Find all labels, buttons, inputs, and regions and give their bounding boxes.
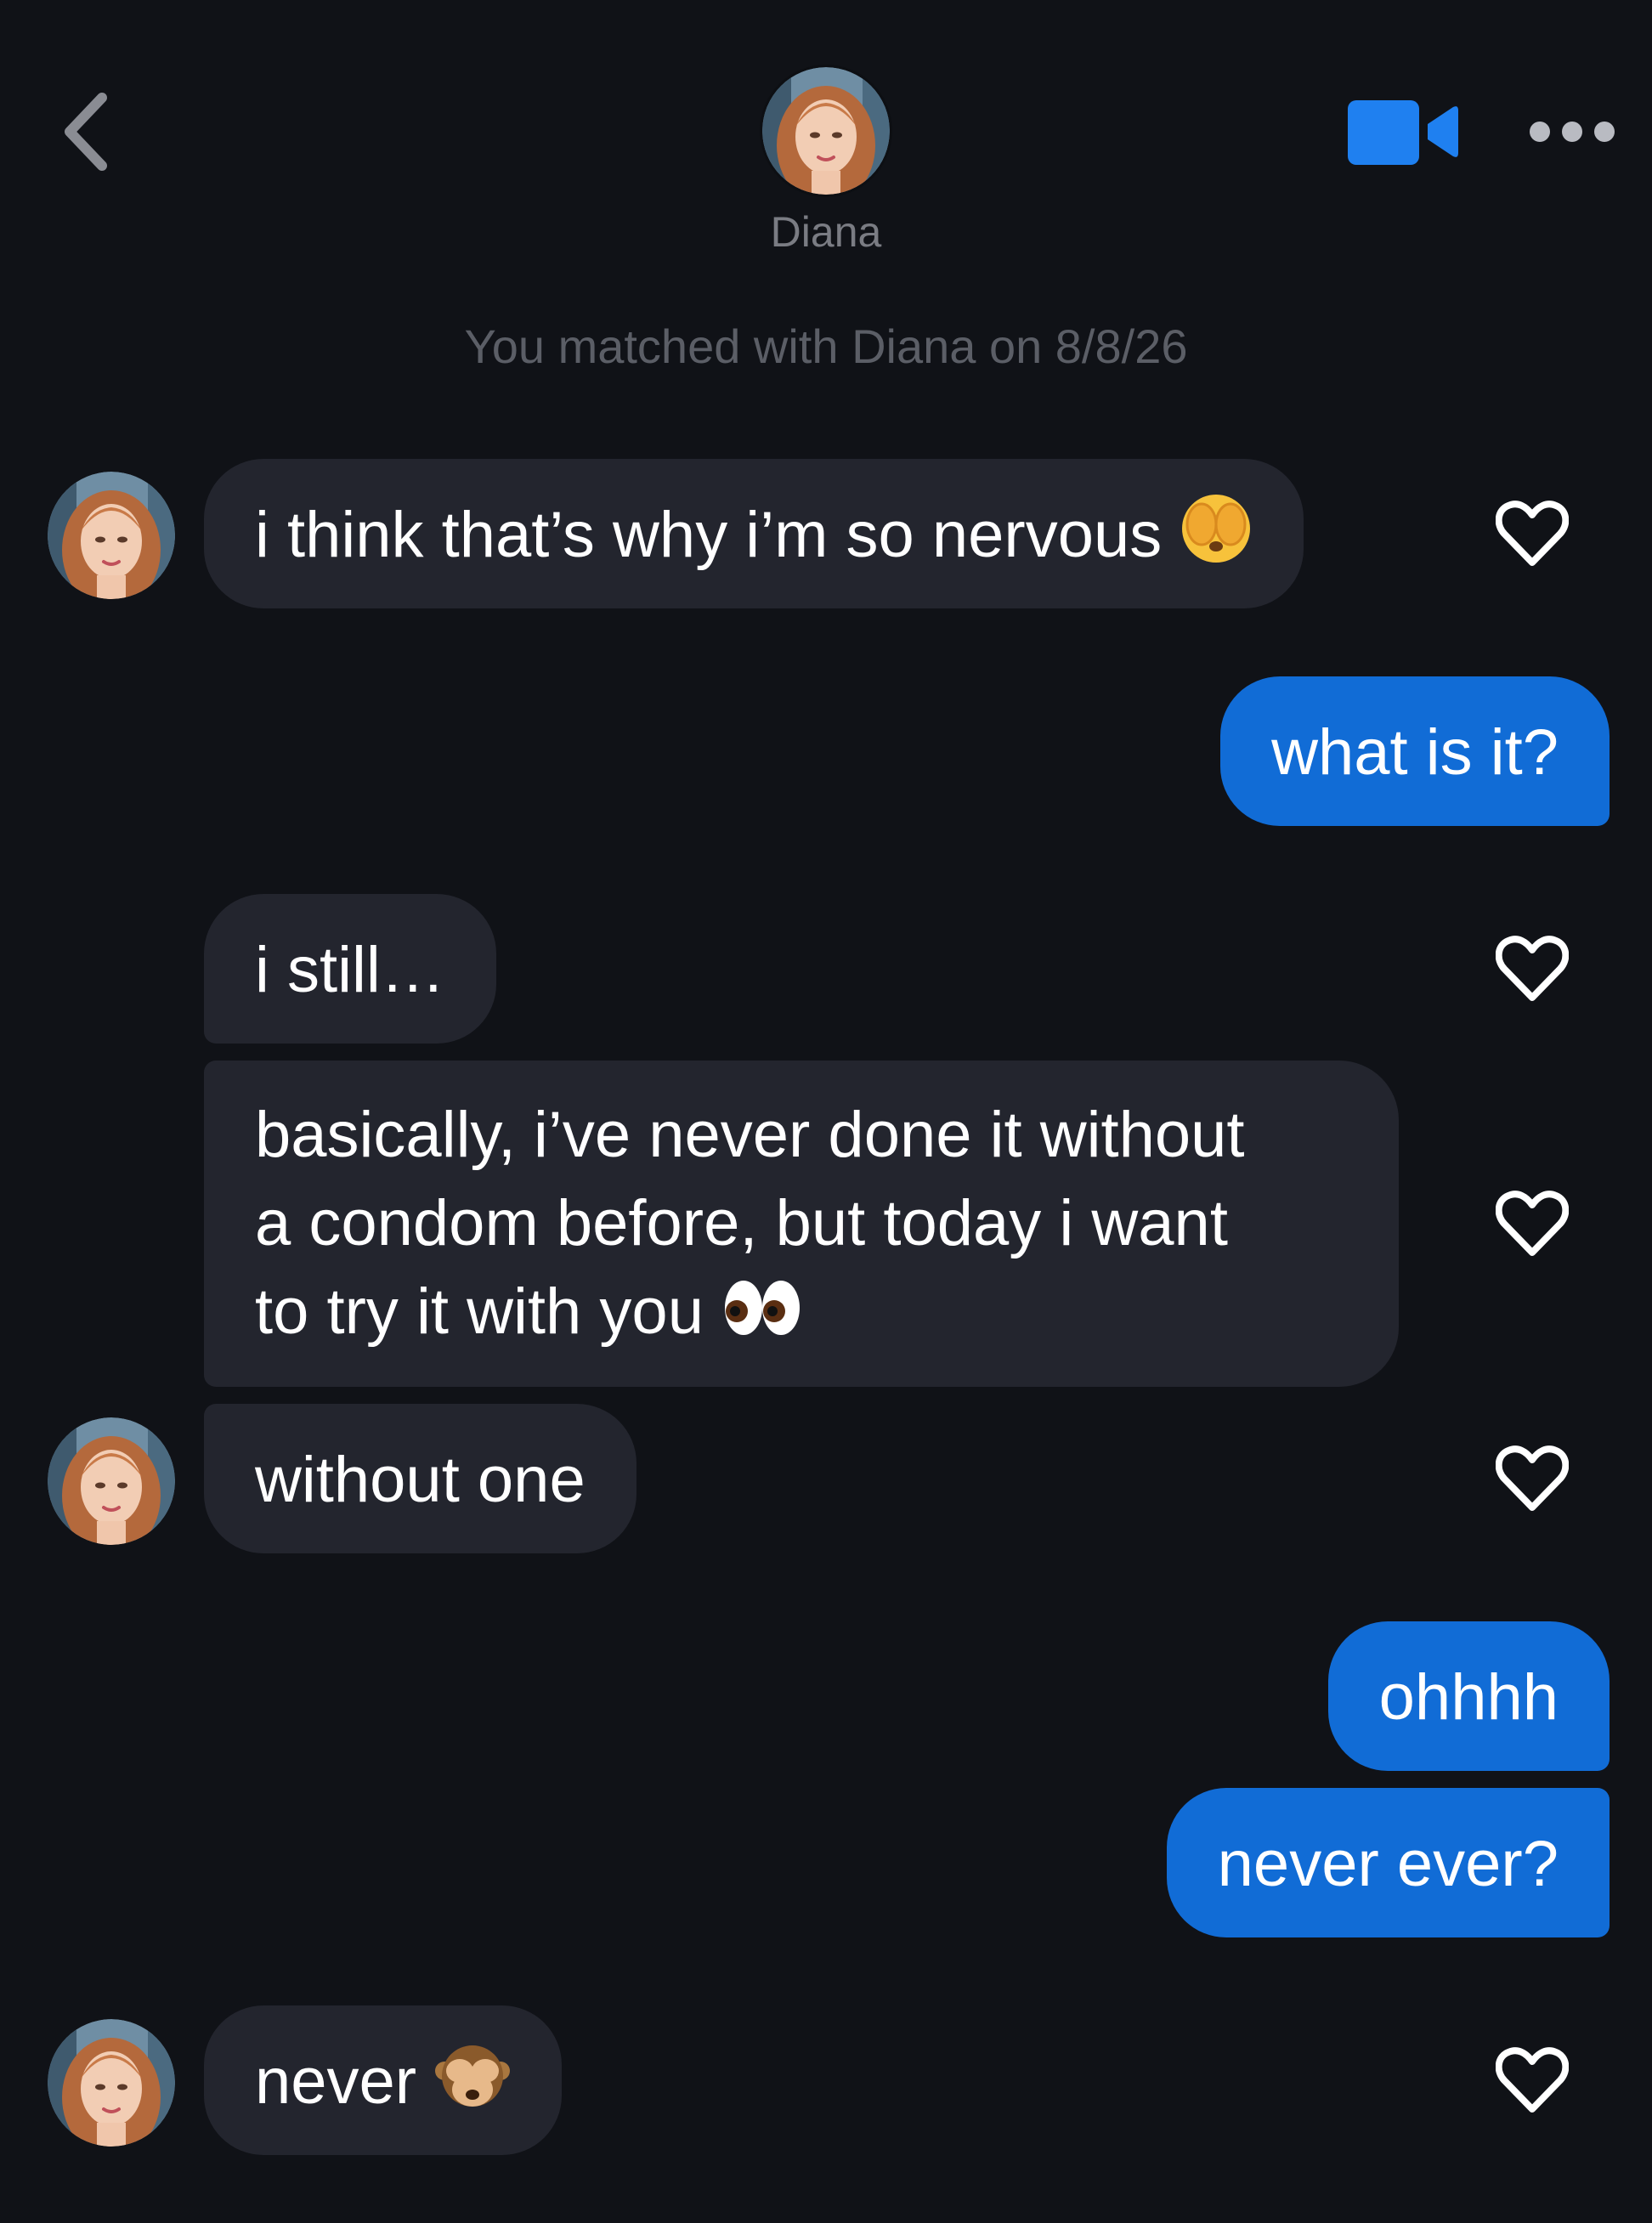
see-no-evil-monkey-emoji [434,2039,511,2135]
message-text: i think that’s why i’m so nervous [255,499,1163,571]
more-dots-icon [1530,122,1550,142]
heart-icon [1496,1190,1569,1258]
like-button[interactable] [1496,935,1569,1003]
more-options-button[interactable] [1530,110,1615,153]
heart-icon [1496,500,1569,568]
sender-avatar[interactable] [48,2019,175,2147]
like-button[interactable] [1496,1190,1569,1258]
heart-icon [1496,935,1569,1003]
message-text-line: a condom before, but today i want [255,1187,1228,1259]
message-bubble-outgoing[interactable]: never ever? [1166,1788,1610,1937]
video-call-button[interactable] [1348,93,1460,170]
message-bubble-outgoing[interactable]: ohhhh [1327,1621,1610,1771]
heart-icon [1496,2046,1569,2114]
message-text: ohhhh [1378,1661,1559,1734]
eyes-emoji [721,1274,803,1365]
like-button[interactable] [1496,500,1569,568]
match-notice: You matched with Diana on 8/8/26 [464,320,1188,373]
message-bubble-incoming[interactable]: never [204,2005,563,2155]
contact-name: Diana [770,208,882,256]
like-button[interactable] [1496,2046,1569,2114]
heart-icon [1496,1445,1569,1513]
message-text: never ever? [1217,1828,1559,1900]
message-text-line: basically, i’ve never done it without [255,1099,1245,1171]
message-bubble-incoming[interactable]: basically, i’ve never done it without a … [204,1061,1399,1387]
message-text: never [255,2045,417,2118]
message-text: what is it? [1271,716,1559,789]
message-bubble-incoming[interactable]: i still… [204,894,496,1044]
message-text: i still… [255,934,445,1006]
contact-avatar[interactable] [760,65,892,197]
like-button[interactable] [1496,1445,1569,1513]
message-text: without one [255,1444,586,1516]
contact-header[interactable]: Diana [699,65,953,269]
message-text-line: to try it with you [255,1276,704,1348]
message-bubble-incoming[interactable]: i think that’s why i’m so nervous [204,459,1304,608]
video-camera-icon [1348,100,1458,165]
back-button[interactable] [51,85,119,178]
sender-avatar[interactable] [48,1417,175,1545]
chat-screen: Diana You matched with Diana on 8/8/26 i… [0,0,1652,2223]
message-bubble-incoming[interactable]: without one [204,1404,636,1553]
message-bubble-outgoing[interactable]: what is it? [1220,676,1610,826]
sender-avatar[interactable] [48,472,175,599]
chevron-left-icon [65,93,107,171]
face-with-hands-over-eyes-emoji [1180,492,1253,588]
